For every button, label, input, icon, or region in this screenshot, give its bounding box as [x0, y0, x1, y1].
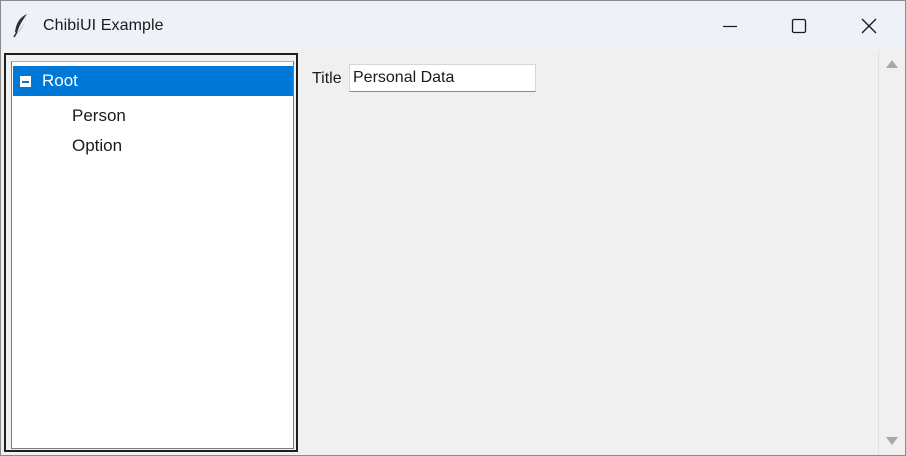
- client-area: Root Person Option Title: [1, 50, 905, 455]
- tree-item-root[interactable]: Root: [13, 66, 293, 96]
- close-icon: [861, 18, 877, 33]
- close-button[interactable]: [836, 1, 902, 50]
- maximize-button[interactable]: [766, 1, 832, 50]
- feather-icon: [13, 14, 27, 38]
- arrow-up-icon[interactable]: [886, 60, 898, 68]
- tree-item-option[interactable]: Option: [13, 131, 293, 161]
- window-title: ChibiUI Example: [43, 17, 164, 34]
- arrow-down-icon[interactable]: [886, 437, 898, 445]
- tree-item-person[interactable]: Person: [13, 101, 293, 131]
- minimize-icon: [723, 25, 737, 27]
- vertical-scrollbar[interactable]: [878, 50, 905, 455]
- title-bar[interactable]: ChibiUI Example: [1, 1, 905, 50]
- app-window: ChibiUI Example Root Person Option Title…: [0, 0, 906, 456]
- tree-view[interactable]: Root Person Option: [11, 61, 294, 449]
- title-field[interactable]: [349, 64, 536, 92]
- title-field-label: Title: [312, 70, 342, 87]
- collapse-icon[interactable]: [20, 76, 31, 87]
- tree-item-label: Person: [72, 106, 126, 125]
- tree-panel: Root Person Option: [4, 53, 298, 452]
- tree-item-label: Root: [42, 71, 78, 90]
- scroll-track[interactable]: [879, 74, 905, 430]
- minimize-button[interactable]: [697, 1, 763, 50]
- maximize-icon: [791, 18, 807, 33]
- tree-item-label: Option: [72, 136, 123, 155]
